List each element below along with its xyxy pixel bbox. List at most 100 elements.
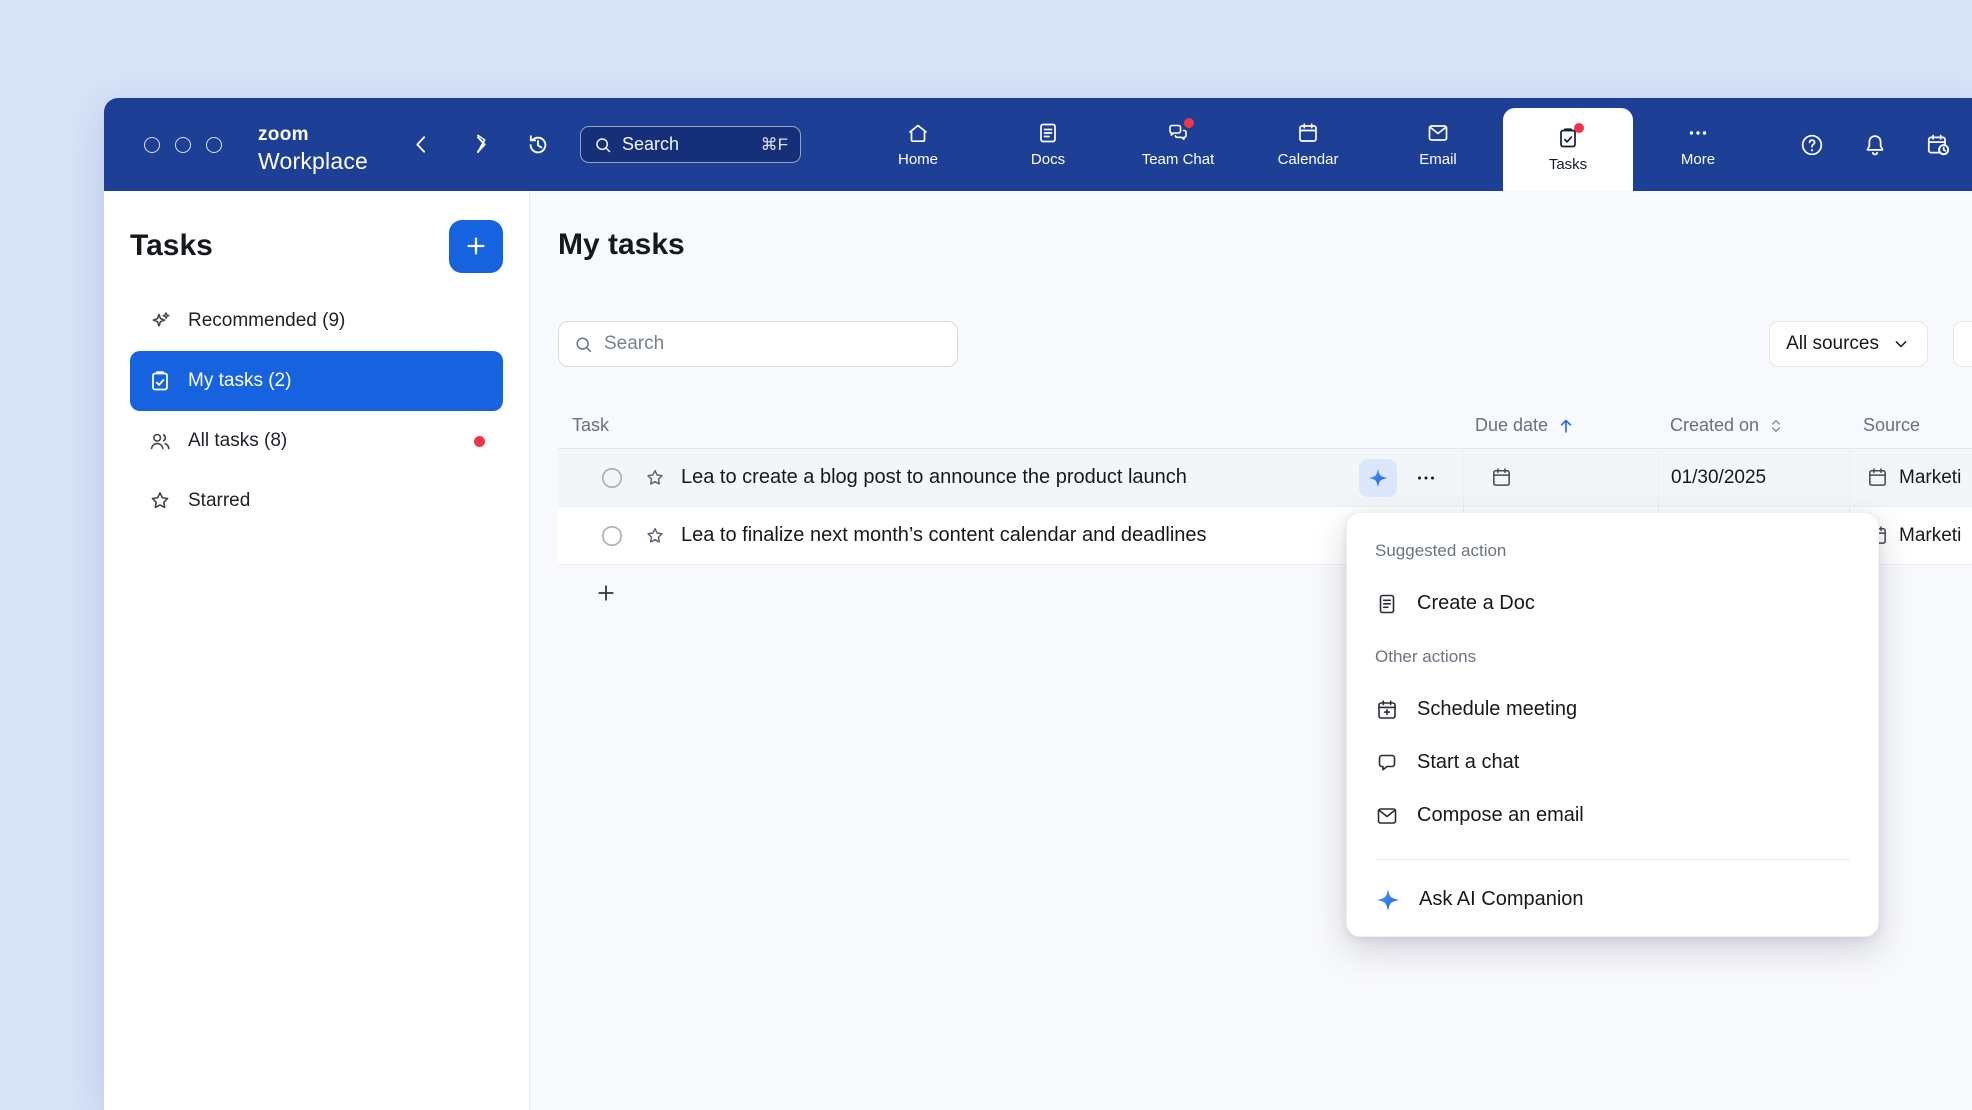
window-control[interactable]	[175, 137, 191, 153]
global-search-placeholder: Search	[622, 134, 752, 155]
help-icon	[1799, 132, 1825, 158]
nav-item-docs[interactable]: Docs	[983, 98, 1113, 191]
menu-item-create-doc[interactable]: Create a Doc	[1347, 577, 1878, 630]
sidebar-item-label: Recommended (9)	[188, 310, 345, 332]
nav-label: Home	[898, 151, 938, 168]
task-search-input[interactable]	[604, 333, 943, 355]
ai-companion-button[interactable]	[1359, 459, 1397, 497]
nav-item-home[interactable]: Home	[853, 98, 983, 191]
column-header-task[interactable]: Task	[558, 415, 1463, 436]
source-icon	[1866, 466, 1889, 489]
sidebar-item-my-tasks[interactable]: My tasks (2)	[130, 351, 503, 411]
nav-item-more[interactable]: More	[1633, 98, 1763, 191]
notification-dot	[474, 436, 485, 447]
back-button[interactable]	[404, 98, 438, 191]
brand: zoom Workplace	[258, 125, 368, 173]
sidebar-item-label: Starred	[188, 490, 250, 512]
task-row[interactable]: Lea to create a blog post to announce th…	[558, 449, 1972, 507]
email-icon	[1426, 121, 1450, 145]
sidebar: Tasks Recommended (9)	[104, 191, 530, 1110]
favorite-star-button[interactable]	[644, 525, 666, 547]
search-shortcut: ⌘F	[761, 135, 788, 155]
sidebar-item-starred[interactable]: Starred	[130, 471, 503, 531]
nav-label: Calendar	[1278, 151, 1339, 168]
sidebar-item-label: All tasks (8)	[188, 430, 287, 452]
global-search[interactable]: Search ⌘F	[580, 126, 801, 163]
more-icon	[1686, 121, 1710, 145]
column-header-source[interactable]: Source	[1849, 415, 1972, 436]
help-button[interactable]	[1792, 98, 1832, 191]
sources-filter-label: All sources	[1786, 333, 1879, 355]
chevron-down-icon	[1891, 334, 1911, 354]
nav-item-tasks[interactable]: Tasks	[1503, 108, 1633, 191]
new-task-button[interactable]	[449, 220, 503, 273]
window-control[interactable]	[144, 137, 160, 153]
plus-icon	[594, 581, 618, 605]
add-due-date-button[interactable]	[1490, 466, 1513, 489]
nav-label: Email	[1419, 151, 1457, 168]
calendar-quick-button[interactable]	[1918, 98, 1958, 191]
home-icon	[906, 121, 930, 145]
task-checkbox[interactable]	[600, 524, 624, 548]
tasks-icon	[1556, 126, 1580, 150]
sidebar-item-recommended[interactable]: Recommended (9)	[130, 291, 503, 351]
filter-button-partial[interactable]	[1953, 321, 1972, 367]
ai-sparkle-icon	[1375, 887, 1401, 913]
task-title: Lea to finalize next month’s content cal…	[681, 524, 1207, 547]
menu-item-schedule-meeting[interactable]: Schedule meeting	[1347, 683, 1878, 736]
tasks-icon	[148, 369, 172, 393]
ellipsis-icon	[1414, 466, 1438, 490]
nav-label: Team Chat	[1142, 151, 1215, 168]
plus-icon	[463, 233, 489, 259]
history-icon	[525, 132, 551, 158]
calendar-icon	[1490, 466, 1513, 489]
nav-item-team-chat[interactable]: Team Chat	[1113, 98, 1243, 191]
menu-item-ask-ai-companion[interactable]: Ask AI Companion	[1347, 873, 1878, 926]
sources-filter-dropdown[interactable]: All sources	[1769, 321, 1928, 367]
nav-label: Tasks	[1549, 156, 1587, 173]
search-icon	[573, 334, 594, 355]
menu-section-label: Suggested action	[1347, 524, 1878, 577]
sidebar-title: Tasks	[130, 229, 213, 263]
brand-product: Workplace	[258, 150, 368, 173]
topbar: zoom Workplace	[104, 98, 1972, 191]
bell-icon	[1862, 132, 1888, 158]
nav-item-calendar[interactable]: Calendar	[1243, 98, 1373, 191]
calendar-plus-icon	[1375, 698, 1399, 722]
favorite-star-button[interactable]	[644, 467, 666, 489]
sidebar-item-all-tasks[interactable]: All tasks (8)	[130, 411, 503, 471]
ai-action-menu: Suggested action Create a Doc Other acti…	[1346, 512, 1879, 937]
sort-asc-icon	[1556, 416, 1576, 436]
toolbar: All sources	[558, 321, 1971, 367]
nav-item-email[interactable]: Email	[1373, 98, 1503, 191]
task-more-button[interactable]	[1413, 466, 1439, 490]
ai-sparkle-icon	[1367, 467, 1389, 489]
menu-item-compose-email[interactable]: Compose an email	[1347, 789, 1878, 842]
search-icon	[593, 135, 613, 155]
sort-updown-icon	[1767, 417, 1785, 435]
column-header-due-date[interactable]: Due date	[1463, 415, 1658, 436]
primary-nav: Home Docs Team Chat	[853, 98, 1763, 191]
menu-item-start-chat[interactable]: Start a chat	[1347, 736, 1878, 789]
notifications-button[interactable]	[1855, 98, 1895, 191]
email-icon	[1375, 804, 1399, 828]
menu-item-label: Start a chat	[1417, 751, 1519, 774]
nav-label: More	[1681, 151, 1715, 168]
sidebar-item-label: My tasks (2)	[188, 370, 291, 392]
zoom-workplace-window: zoom Workplace	[104, 98, 1972, 1110]
task-checkbox[interactable]	[600, 466, 624, 490]
task-created-on: 01/30/2025	[1659, 467, 1766, 489]
window-control[interactable]	[206, 137, 222, 153]
task-title: Lea to create a blog post to announce th…	[681, 466, 1187, 489]
chevron-right-icon	[468, 132, 493, 157]
column-header-created-on[interactable]: Created on	[1658, 415, 1849, 436]
chat-icon	[1375, 751, 1399, 775]
history-button[interactable]	[521, 98, 555, 191]
chevron-left-icon	[409, 132, 434, 157]
forward-button[interactable]	[463, 98, 497, 191]
zoom-logo: zoom	[258, 125, 368, 144]
window-controls	[144, 98, 222, 191]
people-icon	[148, 429, 172, 453]
docs-icon	[1036, 121, 1060, 145]
task-source: Marketi	[1899, 467, 1961, 489]
